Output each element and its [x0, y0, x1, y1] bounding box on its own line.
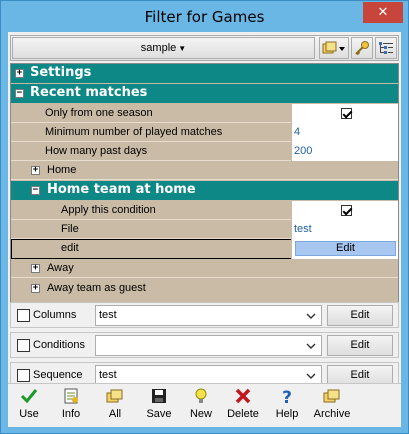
tree-view-button[interactable] [375, 37, 397, 59]
conditions-checkbox[interactable] [17, 339, 30, 352]
subcategory-away[interactable]: + Away [11, 259, 398, 278]
prop-label: Apply this condition [61, 204, 156, 216]
profile-dropdown-button[interactable]: sample ▼ [12, 37, 315, 59]
button-label: Info [61, 408, 81, 420]
question-mark-icon: ? [282, 388, 292, 405]
floppy-disk-icon [152, 389, 166, 403]
option-label: Columns [33, 309, 77, 321]
copy-folders-icon [322, 41, 345, 54]
expand-plus-icon[interactable]: + [31, 284, 40, 293]
use-button[interactable]: Use [14, 387, 44, 425]
prop-label: Minimum number of played matches [45, 126, 223, 138]
property-grid: + Settings − Recent matches Only from on… [10, 63, 399, 325]
prop-label: Away team as guest [47, 282, 146, 294]
prop-edit: edit Edit [11, 239, 398, 259]
info-document-icon [64, 388, 78, 404]
prop-value: Edit [291, 239, 398, 259]
collapse-minus-icon[interactable]: − [31, 186, 40, 195]
help-button[interactable]: ? Help [272, 387, 302, 425]
prop-value-input[interactable]: 200 [291, 142, 398, 161]
button-label: Save [146, 408, 172, 420]
prop-file: File test [11, 220, 398, 239]
expand-plus-icon[interactable]: + [31, 166, 40, 175]
new-button[interactable]: New [186, 387, 216, 425]
expand-plus-icon[interactable]: + [15, 69, 24, 78]
columns-edit-button[interactable]: Edit [327, 305, 393, 326]
conditions-select[interactable] [95, 335, 322, 356]
edit-cell-button[interactable]: Edit [295, 241, 396, 256]
save-button[interactable]: Save [142, 387, 176, 425]
info-button[interactable]: Info [56, 387, 86, 425]
category-settings[interactable]: + Settings [11, 64, 398, 83]
option-label: Conditions [33, 339, 85, 351]
chevron-down-icon [306, 343, 316, 349]
prop-past-days: How many past days 200 [11, 142, 398, 161]
select-value: test [99, 309, 117, 321]
dropdown-arrow-icon: ▼ [178, 44, 187, 53]
conditions-edit-button[interactable]: Edit [327, 335, 393, 356]
chevron-down-icon [306, 373, 316, 379]
prop-label: Home [47, 164, 77, 176]
button-label: Delete [227, 408, 259, 420]
archive-button[interactable]: Archive [310, 387, 354, 425]
option-label: Sequence [33, 369, 83, 381]
subcategory-home[interactable]: + Home [11, 161, 398, 180]
chevron-down-icon [306, 313, 316, 319]
option-row-conditions: Conditions Edit [10, 332, 399, 358]
category-recent-matches[interactable]: − Recent matches [11, 84, 398, 103]
tree-list-icon [379, 42, 393, 54]
prop-apply-condition: Apply this condition [11, 201, 398, 220]
button-label: Archive [313, 408, 351, 420]
expand-plus-icon[interactable]: + [31, 264, 40, 273]
prop-value[interactable] [291, 201, 398, 220]
bottom-toolbar: Use Info All Save New Delete ? Help Arch… [8, 383, 401, 427]
button-label: All [108, 408, 122, 420]
title-bar[interactable]: Filter for Games ✕ [1, 1, 408, 32]
prop-label: File [61, 223, 79, 235]
sequence-checkbox[interactable] [17, 369, 30, 382]
prop-value-input[interactable]: test [291, 220, 398, 239]
prop-label: How many past days [45, 145, 148, 157]
checkmark-icon [20, 389, 38, 404]
category-home-team-at-home[interactable]: − Home team at home [11, 181, 398, 200]
collapse-minus-icon[interactable]: − [15, 89, 24, 98]
button-label: New [189, 408, 212, 420]
columns-select[interactable]: test [95, 305, 322, 326]
button-label: Use [19, 408, 39, 420]
prop-label: Only from one season [45, 107, 153, 119]
lightbulb-icon [195, 388, 207, 403]
prop-value-input[interactable]: 4 [291, 123, 398, 142]
close-icon: ✕ [377, 5, 389, 20]
all-button[interactable]: All [100, 387, 130, 425]
prop-only-one-season: Only from one season [11, 104, 398, 123]
subcategory-away-team-as-guest[interactable]: + Away team as guest [11, 279, 398, 298]
columns-checkbox[interactable] [17, 309, 30, 322]
red-x-icon [235, 388, 251, 404]
prop-value[interactable] [291, 104, 398, 123]
svg-text:?: ? [282, 388, 292, 405]
prop-label: Away [47, 262, 74, 274]
folders-icon [106, 389, 123, 403]
option-row-columns: Columns test Edit [10, 302, 399, 328]
archive-folders-icon [323, 389, 340, 403]
window-title: Filter for Games [144, 8, 265, 26]
category-label: Recent matches [30, 85, 148, 100]
delete-button[interactable]: Delete [224, 387, 262, 425]
profile-label: sample [140, 42, 177, 54]
prop-label: edit [61, 242, 79, 254]
category-label: Settings [30, 65, 92, 80]
prop-min-matches: Minimum number of played matches 4 [11, 123, 398, 142]
checkbox-checked[interactable] [341, 205, 352, 216]
filter-window: Filter for Games ✕ sample ▼ + Settings −… [0, 0, 409, 434]
close-button[interactable]: ✕ [363, 2, 403, 23]
copy-dropdown-button[interactable] [319, 37, 349, 59]
top-toolbar: sample ▼ [10, 35, 399, 61]
category-label: Home team at home [47, 182, 196, 197]
client-area: sample ▼ + Settings − Recent matches Onl… [8, 32, 401, 427]
key-button[interactable] [351, 37, 373, 59]
key-icon [355, 41, 369, 56]
button-label: Help [275, 408, 299, 420]
checkbox-checked[interactable] [341, 108, 352, 119]
select-value: test [99, 369, 117, 381]
